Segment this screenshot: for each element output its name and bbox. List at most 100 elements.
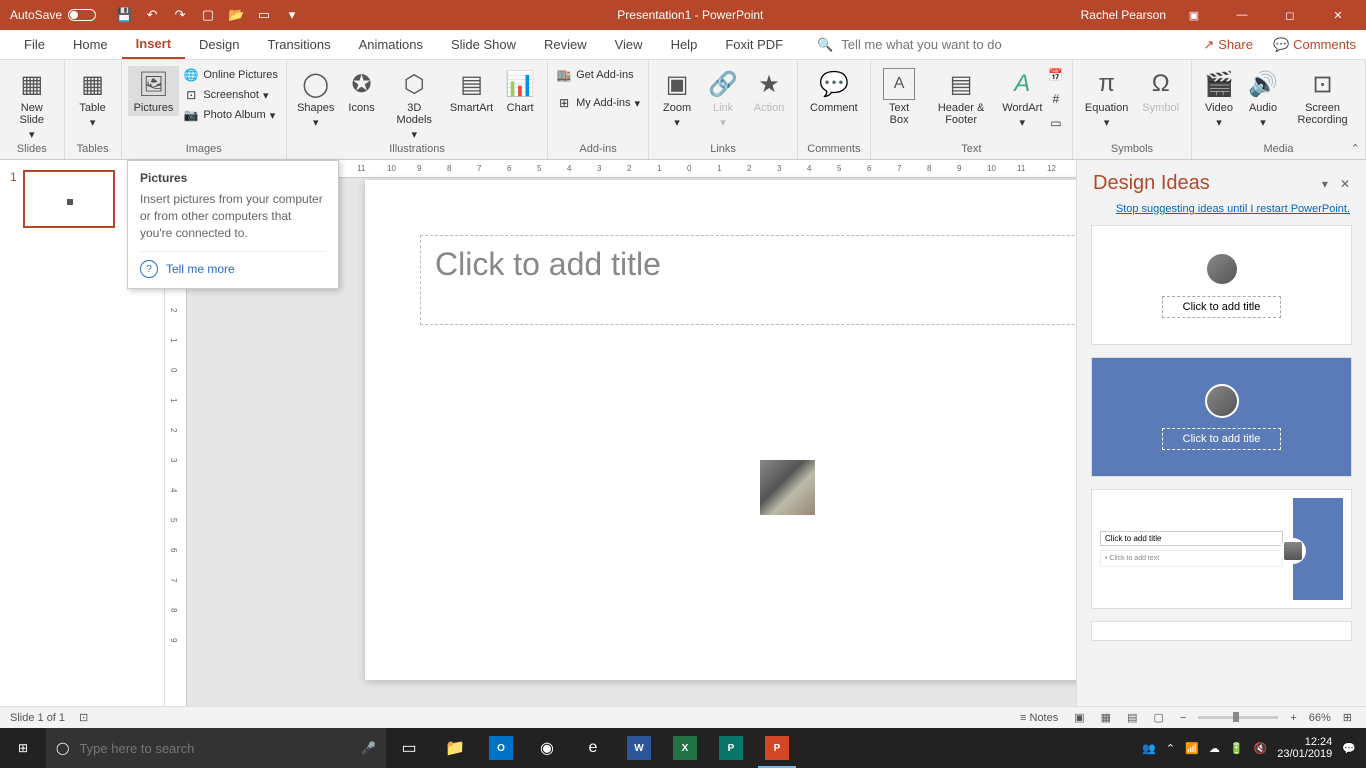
zoom-level[interactable]: 66% (1309, 712, 1331, 724)
tab-help[interactable]: Help (657, 31, 712, 58)
icons-button[interactable]: ✪Icons (341, 66, 383, 116)
design-idea-2[interactable]: Click to add title (1091, 357, 1352, 477)
textbox-button[interactable]: AText Box (877, 66, 922, 128)
smartart-button[interactable]: ▤SmartArt (446, 66, 497, 116)
screen-recording-button[interactable]: ⊡Screen Recording (1286, 66, 1359, 128)
slideshow-view-icon[interactable]: ▢ (1149, 711, 1167, 724)
qat-dropdown-icon[interactable]: ▾ (284, 7, 300, 23)
notes-button[interactable]: ≡ Notes (1016, 712, 1062, 724)
chrome-icon[interactable]: ◉ (524, 728, 570, 768)
tab-foxit[interactable]: Foxit PDF (711, 31, 797, 58)
accessibility-icon[interactable]: ⊡ (79, 711, 88, 724)
stop-suggesting-link[interactable]: Stop suggesting ideas until I restart Po… (1077, 203, 1366, 225)
design-idea-1[interactable]: Click to add title (1091, 225, 1352, 345)
volume-icon[interactable]: 🔇 (1254, 742, 1268, 755)
undo-icon[interactable]: ↶ (144, 7, 160, 23)
link-button[interactable]: 🔗Link▾ (701, 66, 745, 131)
wifi-icon[interactable]: 📶 (1185, 742, 1199, 755)
new-slide-button[interactable]: ▦New Slide▾ (6, 66, 58, 143)
autosave-toggle[interactable]: AutoSave (10, 8, 96, 22)
reading-view-icon[interactable]: ▤ (1123, 711, 1141, 724)
table-button[interactable]: ▦Table▾ (71, 66, 115, 131)
normal-view-icon[interactable]: ▣ (1070, 711, 1088, 724)
tell-me-input[interactable] (841, 37, 1021, 52)
header-footer-button[interactable]: ▤Header & Footer (924, 66, 999, 128)
slide-number-button[interactable]: # (1046, 90, 1066, 108)
tab-animations[interactable]: Animations (345, 31, 437, 58)
design-idea-4[interactable] (1091, 621, 1352, 641)
publisher-icon[interactable]: P (708, 728, 754, 768)
windows-search[interactable]: ◯ 🎤 (46, 728, 386, 768)
pictures-button[interactable]: 🖼Pictures (128, 66, 180, 116)
window-icon[interactable]: ▭ (256, 7, 272, 23)
task-view-icon[interactable]: ▭ (386, 728, 432, 768)
my-addins-button[interactable]: ⊞My Add-ins ▾ (554, 94, 642, 112)
save-icon[interactable]: 💾 (116, 7, 132, 23)
excel-icon[interactable]: X (662, 728, 708, 768)
collapse-ribbon-icon[interactable]: ⌃ (1351, 142, 1360, 155)
people-icon[interactable]: 👥 (1142, 742, 1156, 755)
zoom-slider[interactable] (1198, 716, 1278, 719)
tell-me-search[interactable]: 🔍 (817, 37, 1021, 53)
screenshot-button[interactable]: ⊡Screenshot ▾ (181, 86, 280, 104)
mic-icon[interactable]: 🎤 (361, 741, 376, 755)
word-icon[interactable]: W (616, 728, 662, 768)
user-name[interactable]: Rachel Pearson (1081, 8, 1166, 22)
action-button[interactable]: ★Action (747, 66, 791, 116)
share-button[interactable]: ↗ Share (1193, 33, 1263, 57)
tab-transitions[interactable]: Transitions (254, 31, 345, 58)
3d-models-button[interactable]: ⬡3D Models▾ (385, 66, 444, 143)
redo-icon[interactable]: ↷ (172, 7, 188, 23)
onedrive-icon[interactable]: ☁ (1209, 742, 1220, 755)
shapes-button[interactable]: ◯Shapes▾ (293, 66, 339, 131)
date-time-button[interactable]: 📅 (1046, 66, 1066, 84)
tab-insert[interactable]: Insert (122, 30, 185, 59)
fit-window-icon[interactable]: ⊞ (1339, 711, 1356, 724)
battery-icon[interactable]: 🔋 (1230, 742, 1244, 755)
symbol-button[interactable]: ΩSymbol (1136, 66, 1185, 116)
wordart-button[interactable]: AWordArt▾ (1001, 66, 1044, 131)
video-button[interactable]: 🎬Video▾ (1198, 66, 1240, 131)
file-explorer-icon[interactable]: 📁 (432, 728, 478, 768)
close-icon[interactable]: ✕ (1318, 0, 1358, 30)
edge-icon[interactable]: e (570, 728, 616, 768)
tell-me-more-link[interactable]: Tell me more (140, 251, 326, 278)
pane-close-icon[interactable]: ✕ (1340, 177, 1350, 191)
tab-view[interactable]: View (601, 31, 657, 58)
maximize-icon[interactable]: ◻ (1270, 0, 1310, 30)
powerpoint-icon[interactable]: P (754, 728, 800, 768)
clock[interactable]: 12:24 23/01/2019 (1277, 736, 1332, 760)
windows-search-input[interactable] (79, 741, 351, 756)
thumbnail-preview[interactable] (23, 170, 115, 228)
zoom-in-icon[interactable]: + (1286, 712, 1300, 724)
pane-options-icon[interactable]: ▾ (1322, 177, 1328, 191)
comment-button[interactable]: 💬Comment (804, 66, 864, 116)
zoom-out-icon[interactable]: − (1176, 712, 1190, 724)
slide[interactable]: Click to add title (365, 180, 1076, 680)
chart-button[interactable]: 📊Chart (499, 66, 541, 116)
equation-button[interactable]: πEquation▾ (1079, 66, 1134, 131)
slide-counter[interactable]: Slide 1 of 1 (10, 712, 65, 724)
minimize-icon[interactable]: — (1222, 0, 1262, 30)
online-pictures-button[interactable]: 🌐Online Pictures (181, 66, 280, 84)
design-idea-3[interactable]: Click to add title • Click to add text (1091, 489, 1352, 609)
tab-slideshow[interactable]: Slide Show (437, 31, 530, 58)
photo-album-button[interactable]: 📷Photo Album ▾ (181, 106, 280, 124)
open-icon[interactable]: 📂 (228, 7, 244, 23)
tab-home[interactable]: Home (59, 31, 122, 58)
start-button[interactable]: ⊞ (0, 728, 46, 768)
tab-review[interactable]: Review (530, 31, 601, 58)
tab-file[interactable]: File (10, 31, 59, 58)
title-placeholder[interactable]: Click to add title (420, 235, 1076, 325)
inserted-picture[interactable] (760, 460, 815, 515)
outlook-icon[interactable]: O (478, 728, 524, 768)
notifications-icon[interactable]: 💬 (1342, 742, 1356, 755)
toggle-switch[interactable] (68, 9, 96, 21)
audio-button[interactable]: 🔊Audio▾ (1242, 66, 1284, 131)
sorter-view-icon[interactable]: ▦ (1097, 711, 1115, 724)
tab-design[interactable]: Design (185, 31, 253, 58)
tray-expand-icon[interactable]: ⌃ (1166, 742, 1175, 755)
slideshow-start-icon[interactable]: ▢ (200, 7, 216, 23)
ribbon-options-icon[interactable]: ▣ (1174, 0, 1214, 30)
comments-button[interactable]: 💬 Comments (1263, 33, 1366, 57)
